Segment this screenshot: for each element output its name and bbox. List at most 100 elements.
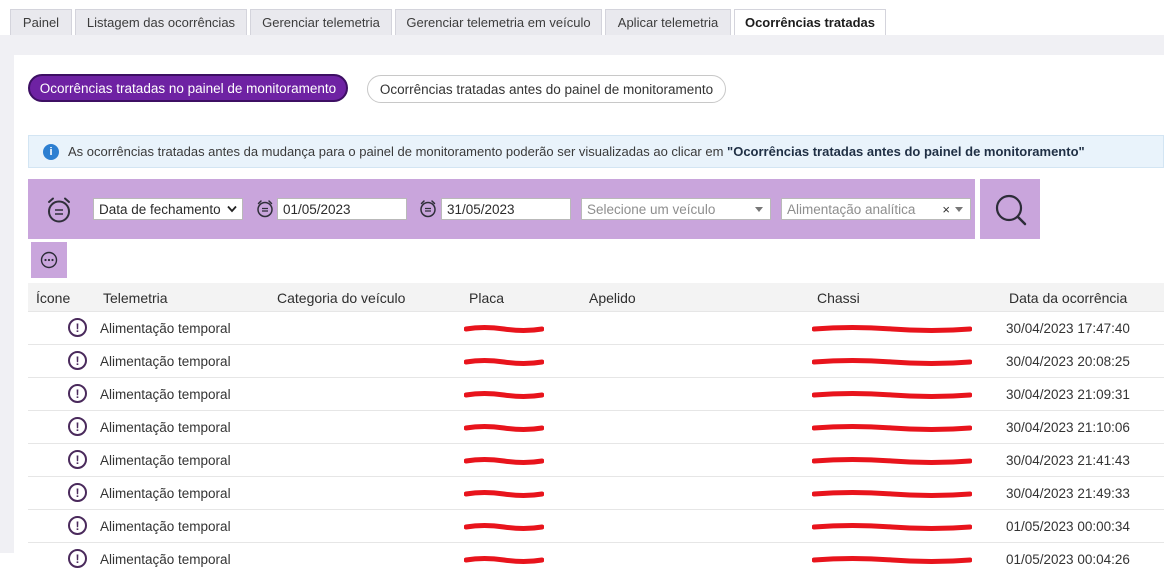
main-panel: Ocorrências tratadas no painel de monito…	[14, 55, 1164, 575]
redacted-chassi	[812, 358, 972, 366]
vehicle-placeholder: Selecione um veículo	[587, 201, 716, 217]
redacted-placa	[464, 457, 544, 465]
subtab-painel-monitoramento[interactable]: Ocorrências tratadas no painel de monito…	[28, 74, 348, 102]
warning-icon: !	[68, 318, 87, 337]
header-chassi: Chassi	[817, 290, 860, 306]
date-end-input[interactable]: 31/05/2023	[441, 198, 571, 220]
redacted-placa	[464, 358, 544, 366]
cell-data-ocorrencia: 30/04/2023 17:47:40	[1006, 321, 1130, 336]
table-row[interactable]: ! Alimentação temporal 30/04/2023 21:49:33	[28, 476, 1164, 509]
cell-telemetria: Alimentação temporal	[100, 519, 231, 534]
tab-listagem-ocorrencias[interactable]: Listagem das ocorrências	[75, 9, 247, 35]
subtab-label: Ocorrências tratadas antes do painel de …	[379, 81, 714, 97]
table-header: Ícone Telemetria Categoria do veículo Pl…	[28, 283, 1164, 311]
warning-icon: !	[68, 483, 87, 502]
header-apelido: Apelido	[589, 290, 636, 306]
tab-label: Gerenciar telemetria	[262, 15, 380, 30]
table-row[interactable]: ! Alimentação temporal 30/04/2023 21:09:31	[28, 377, 1164, 410]
date-type-value: Data de fechamento	[99, 201, 221, 217]
header-placa: Placa	[469, 290, 505, 306]
table-row[interactable]: ! Alimentação temporal 01/05/2023 00:00:34	[28, 509, 1164, 542]
tab-label: Gerenciar telemetria em veículo	[406, 15, 591, 30]
telemetry-value: Alimentação analítica	[787, 201, 916, 217]
table-row[interactable]: ! Alimentação temporal 30/04/2023 17:47:40	[28, 311, 1164, 344]
tab-label: Ocorrências tratadas	[744, 15, 876, 30]
redacted-placa	[464, 424, 544, 432]
warning-icon: !	[68, 450, 87, 469]
warning-icon: !	[68, 549, 87, 568]
redacted-placa	[464, 325, 544, 333]
redacted-chassi	[812, 391, 972, 399]
cell-telemetria: Alimentação temporal	[100, 486, 231, 501]
chevron-down-icon	[227, 205, 237, 213]
info-icon: i	[43, 143, 59, 160]
warning-icon: !	[68, 351, 87, 370]
cell-data-ocorrencia: 30/04/2023 21:10:06	[1006, 420, 1130, 435]
header-categoria: Categoria do veículo	[277, 290, 406, 306]
date-start-input[interactable]: 01/05/2023	[277, 198, 407, 220]
tab-aplicar-telemetria[interactable]: Aplicar telemetria	[605, 9, 731, 35]
cell-telemetria: Alimentação temporal	[100, 387, 231, 402]
date-end-value: 31/05/2023	[447, 201, 515, 217]
vehicle-select[interactable]: Selecione um veículo	[581, 198, 771, 220]
redacted-placa	[464, 391, 544, 399]
cell-data-ocorrencia: 30/04/2023 20:08:25	[1006, 354, 1130, 369]
cell-data-ocorrencia: 30/04/2023 21:09:31	[1006, 387, 1130, 402]
tab-ocorrencias-tratadas[interactable]: Ocorrências tratadas	[734, 9, 886, 35]
more-icon	[40, 251, 58, 269]
header-data-ocorrencia: Data da ocorrência	[1009, 290, 1128, 306]
redacted-chassi	[812, 490, 972, 498]
cell-telemetria: Alimentação temporal	[100, 420, 231, 435]
warning-icon: !	[68, 384, 87, 403]
cell-telemetria: Alimentação temporal	[100, 453, 231, 468]
redacted-chassi	[812, 424, 972, 432]
redacted-chassi	[812, 556, 972, 564]
more-options-button[interactable]	[31, 242, 67, 278]
search-icon	[995, 194, 1027, 226]
warning-icon: !	[68, 417, 87, 436]
cell-telemetria: Alimentação temporal	[100, 354, 231, 369]
tab-painel[interactable]: Painel	[10, 9, 72, 35]
warning-icon: !	[68, 516, 87, 535]
redacted-chassi	[812, 523, 972, 531]
table-row[interactable]: ! Alimentação temporal 01/05/2023 00:04:26	[28, 542, 1164, 575]
info-message: As ocorrências tratadas antes da mudança…	[68, 144, 728, 159]
tab-label: Aplicar telemetria	[617, 15, 719, 30]
cell-telemetria: Alimentação temporal	[100, 321, 231, 336]
tab-gerenciar-telemetria-veiculo[interactable]: Gerenciar telemetria em veículo	[395, 9, 602, 35]
date-type-select[interactable]: Data de fechamento	[93, 198, 243, 220]
tab-bar: Painel Listagem das ocorrências Gerencia…	[0, 0, 1164, 35]
info-banner: i As ocorrências tratadas antes da mudan…	[28, 135, 1164, 168]
redacted-placa	[464, 523, 544, 531]
tab-label: Listagem das ocorrências	[86, 15, 236, 30]
alarm-clock-icon	[48, 197, 70, 223]
header-telemetria: Telemetria	[103, 290, 168, 306]
filter-bar: Data de fechamento 01/05/2023 31/05/2023	[28, 179, 975, 239]
cell-data-ocorrencia: 01/05/2023 00:00:34	[1006, 519, 1130, 534]
redacted-chassi	[812, 325, 972, 333]
tab-gerenciar-telemetria[interactable]: Gerenciar telemetria	[250, 9, 392, 35]
calendar-icon	[420, 200, 436, 218]
table-row[interactable]: ! Alimentação temporal 30/04/2023 20:08:25	[28, 344, 1164, 377]
content-area: Ocorrências tratadas no painel de monito…	[0, 35, 1164, 575]
header-icone: Ícone	[36, 290, 71, 306]
telemetry-select[interactable]: Alimentação analítica ×	[781, 198, 971, 220]
subtab-label: Ocorrências tratadas no painel de monito…	[39, 80, 337, 96]
date-start-value: 01/05/2023	[283, 201, 351, 217]
cell-telemetria: Alimentação temporal	[100, 552, 231, 567]
cell-data-ocorrencia: 01/05/2023 00:04:26	[1006, 552, 1130, 567]
subtab-antes-painel[interactable]: Ocorrências tratadas antes do painel de …	[367, 75, 726, 103]
table-row[interactable]: ! Alimentação temporal 30/04/2023 21:41:43	[28, 443, 1164, 476]
redacted-placa	[464, 490, 544, 498]
info-link[interactable]: "Ocorrências tratadas antes do painel de…	[727, 144, 1085, 159]
clear-icon[interactable]: ×	[942, 202, 950, 217]
redacted-chassi	[812, 457, 972, 465]
tab-label: Painel	[22, 15, 60, 30]
search-button[interactable]	[980, 179, 1040, 239]
cell-data-ocorrencia: 30/04/2023 21:49:33	[1006, 486, 1130, 501]
caret-down-icon	[955, 207, 963, 212]
table-row[interactable]: ! Alimentação temporal 30/04/2023 21:10:06	[28, 410, 1164, 443]
cell-data-ocorrencia: 30/04/2023 21:41:43	[1006, 453, 1130, 468]
info-text: As ocorrências tratadas antes da mudança…	[68, 144, 1085, 159]
caret-down-icon	[755, 207, 763, 212]
